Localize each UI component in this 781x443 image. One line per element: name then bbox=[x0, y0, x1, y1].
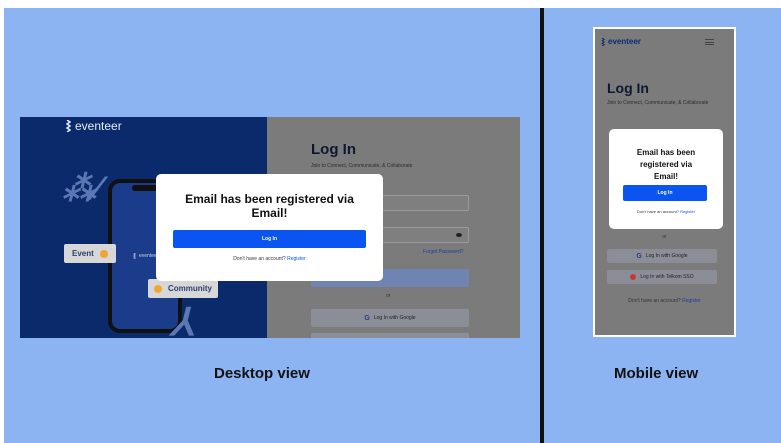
community-chip: Community bbox=[148, 279, 218, 298]
mobile-registration-modal: Email has been registered via Email! Log… bbox=[609, 129, 723, 229]
mobile-or-separator: or bbox=[662, 234, 667, 240]
presentation-canvas: eventeer ⁂⁄ eventeer Event Community ⅄ L… bbox=[0, 0, 781, 443]
desktop-caption: Desktop view bbox=[214, 365, 310, 382]
register-link[interactable]: Register bbox=[287, 256, 306, 262]
phone-brand: eventeer bbox=[132, 253, 158, 259]
mobile-register-link[interactable]: Register bbox=[682, 298, 701, 304]
brand-logo: eventeer bbox=[64, 119, 122, 133]
eventeer-logo-icon bbox=[601, 37, 605, 46]
decorative-x-glyph: ⅄ bbox=[170, 302, 194, 338]
mobile-modal-login-button[interactable]: Log In bbox=[623, 185, 707, 201]
menu-icon[interactable] bbox=[705, 39, 714, 45]
google-login-label: Log In with Google bbox=[373, 315, 416, 321]
modal-footer-text: Don't have an account? bbox=[233, 256, 286, 262]
mobile-caption: Mobile view bbox=[614, 365, 699, 382]
mobile-page-subtitle: Join to Connect, Communicate, & Collabor… bbox=[607, 100, 709, 106]
dot-icon bbox=[154, 284, 162, 293]
mobile-modal-title: Email has been registered via Email! bbox=[636, 148, 696, 181]
google-icon: G bbox=[364, 314, 370, 322]
google-icon: G bbox=[636, 252, 642, 260]
mobile-brand-logo: eventeer bbox=[600, 37, 641, 46]
community-chip-label: Community bbox=[168, 284, 212, 293]
mobile-google-login-button[interactable]: G Log In with Google bbox=[607, 249, 717, 263]
mobile-footer: Don't have an account? Register bbox=[595, 298, 734, 304]
modal-login-button[interactable]: Log In bbox=[173, 230, 366, 248]
secondary-login-button[interactable] bbox=[311, 333, 469, 338]
dot-icon bbox=[99, 249, 108, 258]
event-chip-label: Event bbox=[72, 249, 94, 258]
event-chip: Event bbox=[64, 244, 116, 263]
page-subtitle: Join to Connect, Communicate, & Collabor… bbox=[311, 163, 413, 169]
brand-name: eventeer bbox=[75, 119, 122, 133]
eventeer-logo-icon bbox=[65, 120, 71, 132]
mobile-modal-footer: Don't have an account? Register bbox=[609, 209, 723, 214]
eventeer-logo-icon bbox=[133, 253, 136, 259]
telkom-icon bbox=[630, 274, 637, 280]
or-separator: or bbox=[386, 293, 391, 299]
eye-icon[interactable] bbox=[456, 233, 462, 237]
mobile-footer-text: Don't have an account? bbox=[628, 298, 681, 304]
mobile-modal-footer-text: Don't have an account? bbox=[637, 209, 679, 214]
decorative-glyph: ⁂⁄ bbox=[62, 170, 100, 208]
mobile-google-login-label: Log In with Google bbox=[645, 253, 688, 259]
mobile-page-title: Log In bbox=[607, 80, 649, 96]
google-login-button[interactable]: G Log In with Google bbox=[311, 309, 469, 327]
mobile-modal-register-link[interactable]: Register bbox=[680, 209, 695, 214]
mobile-telkom-login-button[interactable]: Log In with Telkom SSO bbox=[607, 270, 717, 284]
desktop-registration-modal: Email has been registered via Email! Log… bbox=[156, 174, 383, 281]
modal-title: Email has been registered via Email! bbox=[185, 192, 354, 220]
mobile-header: eventeer bbox=[595, 29, 734, 55]
mobile-brand-name: eventeer bbox=[608, 37, 641, 46]
page-title: Log In bbox=[311, 141, 356, 158]
phone-notch bbox=[132, 185, 158, 191]
mobile-mockup: eventeer Log In Join to Connect, Communi… bbox=[593, 27, 736, 337]
mobile-telkom-login-label: Log In with Telkom SSO bbox=[640, 274, 694, 280]
modal-footer: Don't have an account? Register bbox=[156, 256, 383, 262]
forgot-password-link[interactable]: Forgot Password? bbox=[423, 249, 464, 255]
